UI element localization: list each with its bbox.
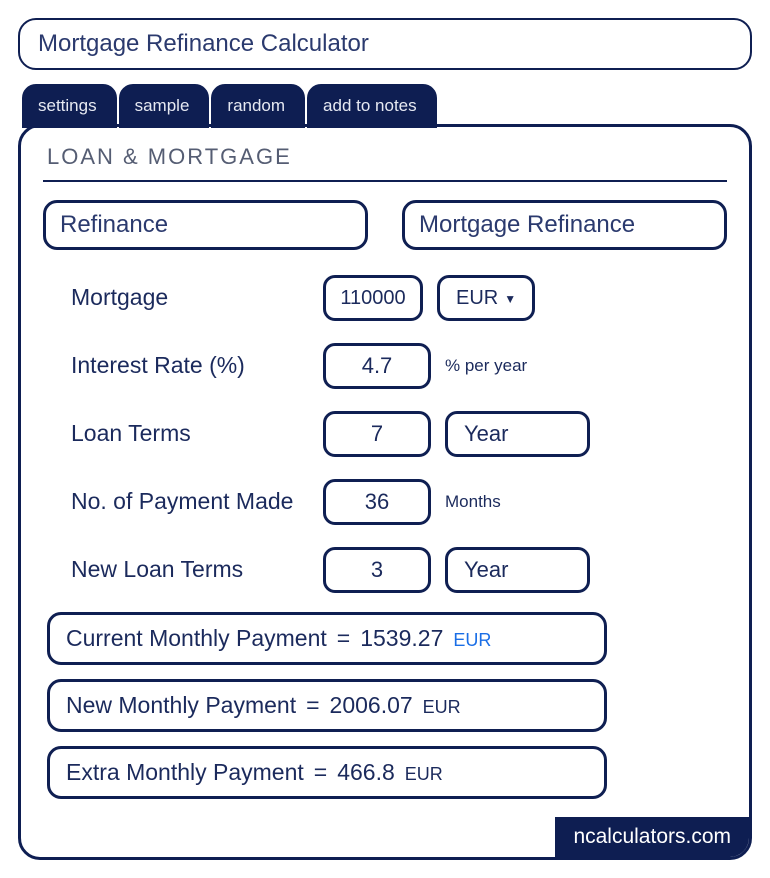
new-loan-terms-unit: Year: [464, 557, 508, 583]
input-mortgage[interactable]: 110000: [323, 275, 423, 321]
tab-add-to-notes[interactable]: add to notes: [307, 84, 437, 128]
tab-sample[interactable]: sample: [119, 84, 210, 128]
suffix-interest-rate: % per year: [445, 356, 527, 376]
label-interest-rate: Interest Rate (%): [43, 352, 323, 380]
row-payments-made: No. of Payment Made 36 Months: [43, 474, 727, 530]
page-title: Mortgage Refinance Calculator: [18, 18, 752, 70]
result-new-label: New Monthly Payment: [66, 692, 296, 719]
row-mortgage: Mortgage 110000 EUR ▼: [43, 270, 727, 326]
currency-value: EUR: [456, 287, 498, 310]
loan-terms-unit: Year: [464, 421, 508, 447]
result-new-currency: EUR: [423, 697, 461, 718]
calculator-panel: LOAN & MORTGAGE Refinance Mortgage Refin…: [18, 124, 752, 860]
row-loan-terms: Loan Terms 7 Year: [43, 406, 727, 462]
result-new-value: 2006.07: [330, 692, 413, 719]
tabs-row: settings sample random add to notes: [22, 84, 752, 126]
row-new-loan-terms: New Loan Terms 3 Year: [43, 542, 727, 598]
label-mortgage: Mortgage: [43, 284, 323, 312]
equals-sign: =: [314, 759, 327, 786]
label-payments-made: No. of Payment Made: [43, 488, 323, 516]
result-extra-currency: EUR: [405, 764, 443, 785]
result-current-currency: EUR: [453, 630, 491, 651]
result-extra-monthly: Extra Monthly Payment = 466.8 EUR: [47, 746, 607, 799]
result-extra-label: Extra Monthly Payment: [66, 759, 304, 786]
suffix-payments-made: Months: [445, 492, 501, 512]
equals-sign: =: [306, 692, 319, 719]
input-new-loan-terms[interactable]: 3: [323, 547, 431, 593]
result-new-monthly: New Monthly Payment = 2006.07 EUR: [47, 679, 607, 732]
section-title: LOAN & MORTGAGE: [43, 141, 727, 182]
row-interest-rate: Interest Rate (%) 4.7 % per year: [43, 338, 727, 394]
footer-brand[interactable]: ncalculators.com: [555, 817, 749, 857]
result-current-label: Current Monthly Payment: [66, 625, 327, 652]
loan-terms-unit-select[interactable]: Year: [445, 411, 590, 457]
result-extra-value: 466.8: [337, 759, 395, 786]
input-payments-made[interactable]: 36: [323, 479, 431, 525]
label-new-loan-terms: New Loan Terms: [43, 556, 323, 584]
result-current-monthly: Current Monthly Payment = 1539.27 EUR: [47, 612, 607, 665]
equals-sign: =: [337, 625, 350, 652]
category-mortgage-refinance[interactable]: Mortgage Refinance: [402, 200, 727, 250]
category-refinance[interactable]: Refinance: [43, 200, 368, 250]
input-loan-terms[interactable]: 7: [323, 411, 431, 457]
label-loan-terms: Loan Terms: [43, 420, 323, 448]
new-loan-terms-unit-select[interactable]: Year: [445, 547, 590, 593]
category-row: Refinance Mortgage Refinance: [43, 200, 727, 250]
currency-select[interactable]: EUR ▼: [437, 275, 535, 321]
chevron-down-icon: ▼: [504, 292, 516, 306]
result-current-value: 1539.27: [360, 625, 443, 652]
input-interest-rate[interactable]: 4.7: [323, 343, 431, 389]
tab-random[interactable]: random: [211, 84, 305, 128]
tab-settings[interactable]: settings: [22, 84, 117, 128]
